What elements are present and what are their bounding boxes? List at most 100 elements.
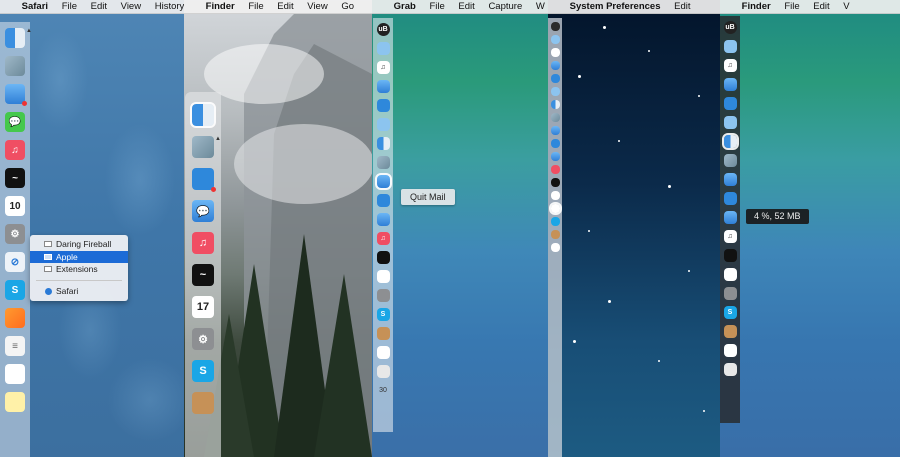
menu-capture[interactable]: Capture bbox=[488, 0, 522, 13]
reminders-icon[interactable]: ≡ bbox=[5, 336, 25, 356]
folder-icon[interactable] bbox=[376, 118, 390, 131]
grab-icon[interactable] bbox=[376, 346, 390, 359]
itunes-icon[interactable]: ♫ bbox=[723, 59, 737, 72]
menu-file[interactable]: File bbox=[248, 0, 263, 13]
menu-go[interactable]: Go bbox=[341, 0, 354, 13]
folder-icon[interactable] bbox=[723, 40, 737, 53]
activity-monitor-icon[interactable]: ~ bbox=[192, 264, 214, 286]
ublock-icon[interactable]: uB bbox=[723, 21, 737, 34]
skype-icon[interactable]: S bbox=[376, 308, 390, 321]
image-capture-icon[interactable] bbox=[550, 113, 560, 122]
menu-edit[interactable]: Edit bbox=[458, 0, 474, 13]
messages-icon[interactable]: 💬 bbox=[192, 200, 214, 222]
itunes-icon[interactable]: ♫ bbox=[192, 232, 214, 254]
folder-icon[interactable] bbox=[550, 87, 560, 96]
finder-icon[interactable] bbox=[550, 100, 560, 109]
menu-edit[interactable]: Edit bbox=[813, 0, 829, 13]
photo-icon[interactable] bbox=[5, 56, 25, 76]
folder-icon[interactable] bbox=[550, 35, 560, 44]
book-icon[interactable] bbox=[192, 392, 214, 414]
activity-monitor-icon[interactable] bbox=[376, 251, 390, 264]
menu-app-name[interactable]: System Preferences bbox=[570, 0, 661, 13]
calendar-icon[interactable] bbox=[376, 270, 390, 283]
messages-icon[interactable] bbox=[723, 78, 737, 91]
app-store-icon[interactable] bbox=[550, 74, 560, 83]
itunes-icon[interactable]: ♫ bbox=[376, 232, 390, 245]
image-capture-icon[interactable]: ▲ bbox=[192, 136, 221, 158]
skype-icon[interactable]: S bbox=[192, 360, 214, 382]
menu-item-window[interactable]: Extensions bbox=[30, 263, 128, 276]
finder-icon[interactable] bbox=[721, 133, 739, 150]
safari-icon[interactable] bbox=[376, 194, 390, 207]
activity-monitor-icon[interactable] bbox=[550, 178, 560, 187]
mail-icon[interactable] bbox=[374, 173, 392, 190]
messages-icon[interactable]: 💬 bbox=[5, 112, 25, 132]
messages-icon[interactable] bbox=[550, 61, 560, 70]
trash-icon[interactable] bbox=[376, 365, 390, 378]
menu-edit[interactable]: Edit bbox=[91, 0, 107, 13]
calendar-icon[interactable]: 10 bbox=[5, 196, 25, 216]
preview-icon[interactable] bbox=[192, 168, 216, 192]
menu-window[interactable]: W bbox=[536, 0, 545, 13]
mail-icon[interactable] bbox=[723, 173, 737, 186]
menu-view[interactable]: View bbox=[121, 0, 141, 13]
calendar-icon[interactable] bbox=[723, 268, 737, 281]
activity-monitor-icon[interactable]: ~ bbox=[5, 168, 25, 188]
calendar-icon[interactable] bbox=[550, 191, 560, 200]
menu-view[interactable]: View bbox=[307, 0, 327, 13]
system-preferences-icon[interactable] bbox=[376, 289, 390, 302]
safari-icon[interactable] bbox=[723, 192, 737, 205]
messages-icon[interactable] bbox=[723, 211, 737, 224]
image-capture-icon[interactable] bbox=[723, 154, 737, 167]
menu-edit[interactable]: Edit bbox=[674, 0, 690, 13]
trash-icon[interactable] bbox=[723, 363, 737, 376]
itunes-icon[interactable] bbox=[550, 48, 560, 57]
app-store-icon[interactable] bbox=[723, 97, 737, 110]
grab-icon[interactable] bbox=[723, 344, 737, 357]
menu-app-name[interactable]: Safari bbox=[22, 0, 48, 13]
messages-icon[interactable] bbox=[550, 152, 560, 161]
mail-icon[interactable] bbox=[5, 84, 27, 106]
menu-history[interactable]: History bbox=[155, 0, 184, 13]
itunes-icon[interactable]: ♫ bbox=[723, 230, 737, 243]
menu-file[interactable]: File bbox=[784, 0, 799, 13]
menu-view[interactable]: V bbox=[843, 0, 849, 13]
mail-icon[interactable] bbox=[550, 126, 560, 135]
messages-icon[interactable] bbox=[376, 213, 390, 226]
itunes-icon[interactable] bbox=[550, 165, 560, 174]
menu-app-name[interactable]: Finder bbox=[742, 0, 771, 13]
activity-monitor-icon[interactable] bbox=[723, 249, 737, 262]
system-preferences-icon[interactable]: ⚙ bbox=[5, 224, 25, 244]
finder-icon[interactable]: ▲ bbox=[5, 28, 32, 48]
book-icon[interactable] bbox=[723, 325, 737, 338]
folder-icon[interactable] bbox=[723, 116, 737, 129]
menu-file[interactable]: File bbox=[429, 0, 444, 13]
system-preferences-icon[interactable] bbox=[548, 202, 562, 215]
finder-icon[interactable] bbox=[376, 137, 390, 150]
menu-item-app[interactable]: Safari bbox=[30, 285, 128, 298]
safari-icon[interactable] bbox=[550, 139, 560, 148]
menu-item-window-selected[interactable]: Apple bbox=[30, 250, 128, 263]
app-store-icon[interactable] bbox=[376, 99, 390, 112]
menu-item-window[interactable]: Daring Fireball bbox=[30, 238, 128, 251]
itunes-icon[interactable]: ♫ bbox=[5, 140, 25, 160]
image-capture-icon[interactable] bbox=[376, 156, 390, 169]
menu-edit[interactable]: Edit bbox=[277, 0, 293, 13]
itunes-icon[interactable]: ♫ bbox=[376, 61, 390, 74]
grid-app-icon[interactable] bbox=[5, 308, 25, 328]
notes-icon[interactable] bbox=[5, 392, 25, 412]
skype-icon[interactable]: S bbox=[5, 280, 25, 300]
system-preferences-icon[interactable] bbox=[723, 287, 737, 300]
system-preferences-icon[interactable]: ⚙ bbox=[192, 328, 214, 350]
menu-file[interactable]: File bbox=[62, 0, 77, 13]
ublock-icon[interactable] bbox=[550, 22, 560, 31]
ublock-icon[interactable]: uB bbox=[376, 23, 390, 36]
safari-icon[interactable]: ⊘ bbox=[5, 252, 25, 272]
calendar-icon[interactable]: 17 bbox=[192, 296, 214, 318]
folder-icon[interactable] bbox=[376, 42, 390, 55]
book-icon[interactable] bbox=[376, 327, 390, 340]
slack-icon[interactable]: # bbox=[5, 364, 25, 384]
book-icon[interactable] bbox=[550, 230, 560, 239]
skype-icon[interactable] bbox=[550, 217, 560, 226]
finder-icon[interactable] bbox=[190, 102, 216, 128]
